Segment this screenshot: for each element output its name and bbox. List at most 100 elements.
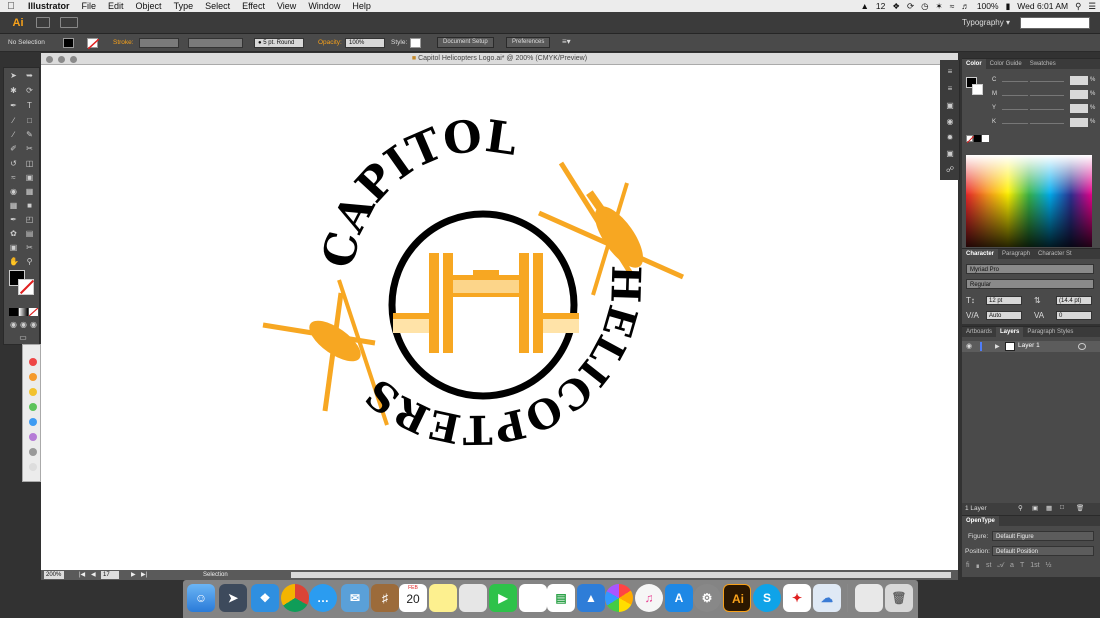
yellow-slider[interactable]: Y % <box>962 104 1100 114</box>
stroke-swatch[interactable] <box>87 38 100 50</box>
spotlight-icon[interactable]: ⚲ <box>1075 1 1081 12</box>
adobe-icon[interactable]: ▲ <box>860 1 868 11</box>
graphic-style-swatch[interactable] <box>410 38 421 48</box>
type-tool-icon[interactable]: T <box>25 102 34 110</box>
menu-window[interactable]: Window <box>302 0 346 12</box>
finder-icon[interactable]: ☺ <box>187 584 215 612</box>
black-track[interactable] <box>1002 123 1028 124</box>
close-window-button[interactable] <box>46 56 53 63</box>
delete-layer-icon[interactable]: 🗑 <box>1076 504 1084 512</box>
none-mode-icon[interactable] <box>28 307 39 317</box>
menu-edit[interactable]: Edit <box>102 0 130 12</box>
tab-character[interactable]: Character <box>962 249 999 259</box>
notification-icon[interactable]: ☰ <box>1088 1 1096 12</box>
magic-wand-icon[interactable]: ✱ <box>9 87 18 95</box>
black-value[interactable] <box>1070 118 1088 127</box>
tracking-field[interactable]: 0 <box>1056 311 1092 320</box>
titling-alternates-icon[interactable]: T <box>1020 562 1024 573</box>
font-style-dropdown[interactable]: Regular <box>966 279 1094 289</box>
new-layer-icon[interactable]: □ <box>1060 504 1064 511</box>
help-search-input[interactable] <box>1020 17 1090 29</box>
opacity-field[interactable]: 100% <box>345 38 385 48</box>
zoom-level-field[interactable]: 200% <box>44 571 64 579</box>
tab-character-styles[interactable]: Character St <box>1034 249 1076 259</box>
skype-icon[interactable]: S <box>753 584 781 612</box>
photo-booth-icon[interactable] <box>519 584 547 612</box>
pencil-icon[interactable]: ✎ <box>25 131 34 139</box>
lasso-icon[interactable]: ⟳ <box>25 87 34 95</box>
menu-select[interactable]: Select <box>199 0 236 12</box>
width-tool-icon[interactable]: ≈ <box>9 174 18 182</box>
tab-color-guide[interactable]: Color Guide <box>986 59 1026 69</box>
tag-all[interactable] <box>29 463 37 471</box>
system-preferences-icon[interactable]: ⚙ <box>693 584 721 612</box>
previous-artboard-icon[interactable]: ◀ <box>91 570 96 580</box>
tag-yellow[interactable] <box>29 388 37 396</box>
trash-icon[interactable]: 🗑 <box>885 584 913 612</box>
transparency-panel-icon[interactable]: ◉ <box>945 118 955 126</box>
eraser-icon[interactable]: ✂ <box>25 145 34 153</box>
tab-paragraph-styles[interactable]: Paragraph Styles <box>1023 327 1077 337</box>
tag-green[interactable] <box>29 403 37 411</box>
rectangle-tool-icon[interactable]: □ <box>25 117 34 125</box>
links-panel-icon[interactable]: ☍ <box>945 166 955 174</box>
cyan-track-right[interactable] <box>1030 81 1064 82</box>
screen-mode-icon[interactable]: ▭ <box>17 334 29 342</box>
expand-layer-icon[interactable]: ▶ <box>995 343 1000 350</box>
bluetooth-icon[interactable]: ✶ <box>936 1 943 12</box>
locate-object-icon[interactable]: ⚲ <box>1018 504 1023 512</box>
make-clipping-mask-icon[interactable]: ▣ <box>1032 504 1038 512</box>
white-swatch[interactable] <box>982 135 989 142</box>
kerning-field[interactable]: Auto <box>986 311 1022 320</box>
tag-orange[interactable] <box>29 373 37 381</box>
blob-brush-icon[interactable]: ✐ <box>9 145 18 153</box>
photos-icon[interactable] <box>605 584 633 612</box>
none-swatch[interactable] <box>966 135 975 144</box>
eyedropper-icon[interactable]: ✒ <box>9 216 18 224</box>
line-tool-icon[interactable]: ∕ <box>9 117 18 125</box>
tab-artboards[interactable]: Artboards <box>962 327 996 337</box>
artboard-canvas[interactable]: CAPITOL HELICOPTERS <box>41 65 958 570</box>
menu-file[interactable]: File <box>76 0 103 12</box>
cyan-track[interactable] <box>1002 81 1028 82</box>
yellow-track-right[interactable] <box>1030 109 1064 110</box>
discretionary-ligatures-icon[interactable]: st <box>986 562 991 573</box>
color-spectrum[interactable] <box>966 155 1092 247</box>
layer-row[interactable]: ◉ ▶ Layer 1 <box>962 341 1100 352</box>
cyan-value[interactable] <box>1070 76 1088 85</box>
zoom-tool-icon[interactable]: ⚲ <box>25 258 34 266</box>
menu-object[interactable]: Object <box>130 0 168 12</box>
draw-inside-icon[interactable]: ◉ <box>29 321 38 329</box>
minimize-window-button[interactable] <box>58 56 65 63</box>
panel-menu-icon[interactable]: ≡ <box>945 68 955 76</box>
tag-red[interactable] <box>29 358 37 366</box>
black-swatch[interactable] <box>974 135 981 142</box>
itunes-icon[interactable]: ♫ <box>635 584 663 612</box>
black-slider[interactable]: K % <box>962 118 1100 128</box>
tab-layers[interactable]: Layers <box>996 327 1024 337</box>
menu-view[interactable]: View <box>271 0 302 12</box>
menu-effect[interactable]: Effect <box>236 0 271 12</box>
tab-swatches[interactable]: Swatches <box>1026 59 1060 69</box>
graphic-styles-panel-icon[interactable]: ▣ <box>945 150 955 158</box>
tag-blue[interactable] <box>29 418 37 426</box>
figure-dropdown[interactable]: Default Figure <box>992 531 1094 541</box>
tab-paragraph[interactable]: Paragraph <box>998 249 1034 259</box>
menu-app-name[interactable]: Illustrator <box>22 0 76 12</box>
stroke-panel-icon[interactable]: ≡ <box>945 85 955 93</box>
horizontal-scrollbar[interactable] <box>291 572 951 578</box>
bridge-icon[interactable] <box>36 17 50 28</box>
wifi-icon[interactable]: ≈ <box>950 1 955 11</box>
arrange-icon[interactable]: ≡▾ <box>562 37 571 46</box>
first-artboard-icon[interactable]: |◀ <box>79 570 85 580</box>
menu-type[interactable]: Type <box>168 0 200 12</box>
current-tool-status[interactable]: Selection <box>203 570 228 580</box>
tag-purple[interactable] <box>29 433 37 441</box>
stroke-label[interactable]: Stroke: <box>113 39 134 46</box>
artboard-tool-icon[interactable]: ▣ <box>9 244 18 252</box>
calendar-icon[interactable]: FEB 20 <box>399 584 427 612</box>
messages-icon[interactable]: … <box>309 584 337 612</box>
contextual-alternates-icon[interactable]: ∎ <box>976 562 980 573</box>
gradient-mode-icon[interactable] <box>19 308 28 316</box>
preferences-button[interactable]: Preferences <box>506 37 551 48</box>
